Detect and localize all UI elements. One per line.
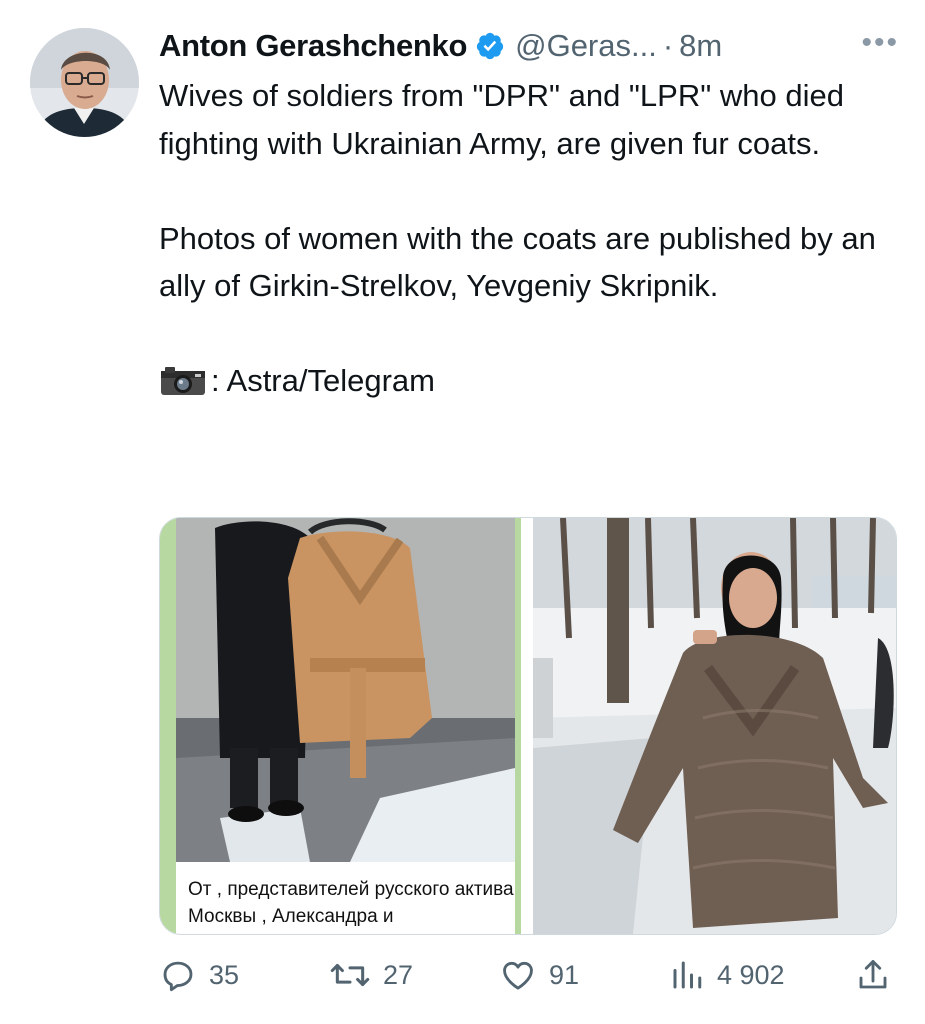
views-icon (673, 961, 702, 989)
media-container[interactable]: От , представителей русского актива Моск… (159, 517, 897, 935)
share-button[interactable] (855, 956, 891, 994)
avatar[interactable] (30, 28, 139, 137)
tweet-header: Anton Gerashchenko @Geras... · 8m ••• (159, 24, 899, 68)
tweet-text: Wives of soldiers from "DPR" and "LPR" w… (159, 72, 899, 405)
verified-badge-icon (475, 31, 505, 61)
tweet-paragraph-2: Photos of women with the coats are publi… (159, 220, 876, 304)
author-name[interactable]: Anton Gerashchenko (159, 28, 467, 64)
like-icon (503, 961, 533, 990)
tweet-actions: 35 27 91 4 902 (159, 950, 899, 998)
like-button[interactable]: 91 (499, 956, 579, 994)
tweet-paragraph-3: : Astra/Telegram (159, 357, 899, 405)
camera-emoji-icon (159, 365, 207, 397)
share-icon (859, 960, 887, 989)
reply-icon (163, 961, 193, 992)
retweet-button[interactable]: 27 (329, 956, 413, 994)
like-count: 91 (549, 959, 580, 990)
dot-separator: · (662, 28, 674, 63)
photo-left[interactable]: От , представителей русского актива Моск… (160, 518, 521, 934)
views-count: 4 902 (717, 959, 785, 990)
views-button[interactable]: 4 902 (669, 956, 785, 994)
photo-credit: : Astra/Telegram (211, 363, 435, 398)
photo-right[interactable] (533, 518, 896, 934)
author-handle[interactable]: @Geras... (515, 28, 657, 64)
photo-caption: От , представителей русского актива Моск… (176, 862, 515, 934)
timestamp[interactable]: 8m (679, 28, 722, 64)
reply-count: 35 (209, 959, 240, 990)
retweet-count: 27 (383, 959, 414, 990)
retweet-icon (330, 963, 370, 987)
reply-button[interactable]: 35 (159, 956, 239, 994)
more-icon[interactable]: ••• (861, 28, 899, 58)
tweet-paragraph-1: Wives of soldiers from "DPR" and "LPR" w… (159, 78, 844, 161)
